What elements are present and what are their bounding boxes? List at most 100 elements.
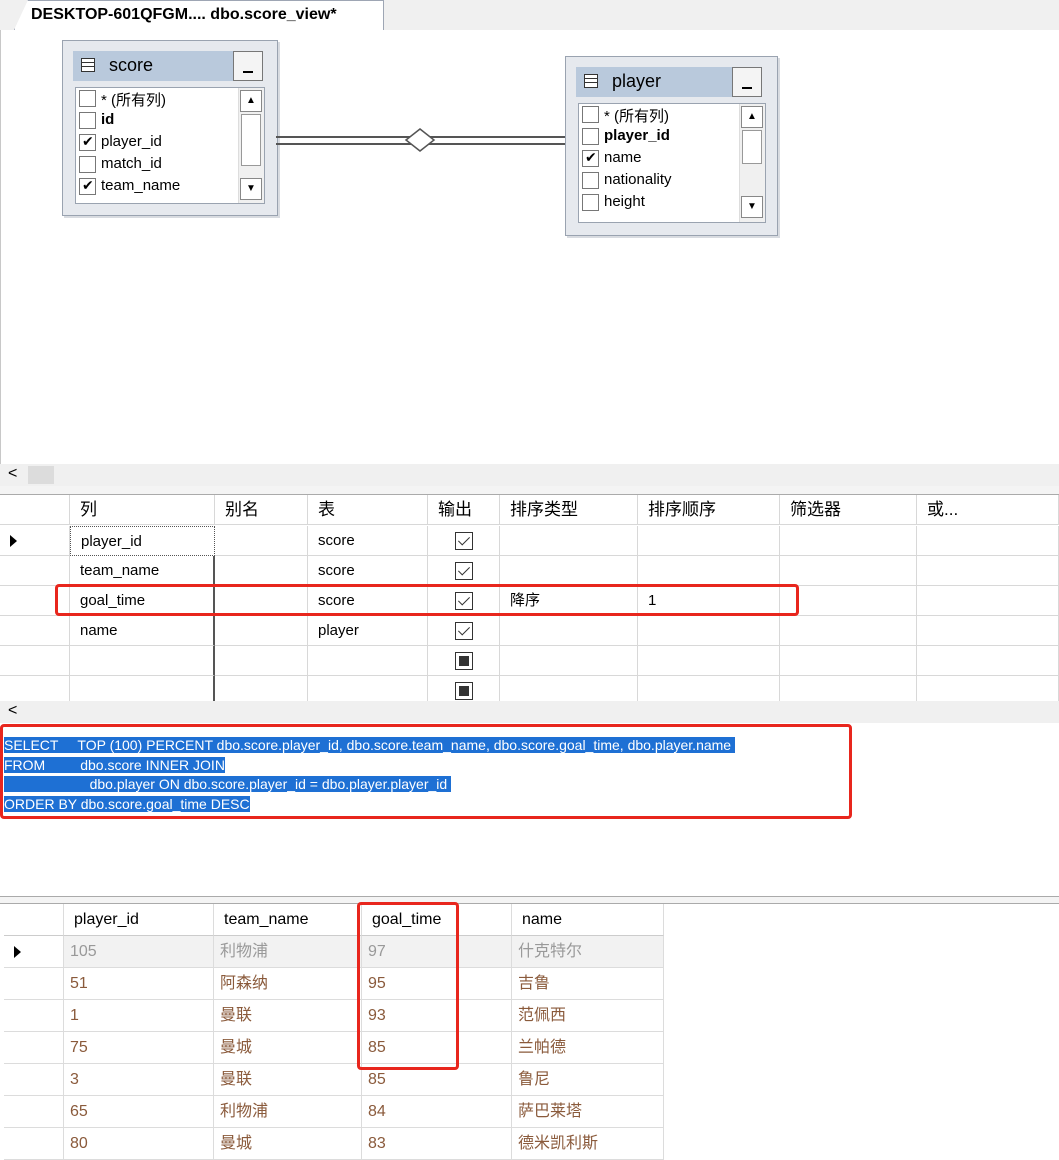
- results-cell[interactable]: 51: [64, 968, 214, 1000]
- scroll-up-button[interactable]: ▲: [741, 106, 763, 128]
- scroll-left-icon[interactable]: <: [8, 702, 17, 720]
- criteria-cell-sort-type[interactable]: [500, 556, 638, 586]
- criteria-cell-table[interactable]: score: [308, 556, 428, 586]
- column-item[interactable]: name: [579, 148, 765, 170]
- criteria-header[interactable]: 列: [70, 495, 215, 525]
- criteria-cell-table[interactable]: player: [308, 616, 428, 646]
- results-row-selector[interactable]: [4, 1032, 64, 1064]
- column-checkbox[interactable]: [582, 172, 599, 189]
- criteria-cell[interactable]: [780, 526, 917, 556]
- criteria-cell-column[interactable]: [70, 646, 215, 676]
- vertical-scrollbar[interactable]: ▲ ▼: [739, 104, 765, 222]
- diagram-horizontal-scrollbar[interactable]: <: [0, 464, 1059, 486]
- column-item[interactable]: player_id: [579, 126, 765, 148]
- column-item[interactable]: * (所有列): [76, 88, 264, 110]
- results-cell[interactable]: 吉鲁: [512, 968, 664, 1000]
- results-cell[interactable]: 80: [64, 1128, 214, 1160]
- results-cell[interactable]: 83: [362, 1128, 512, 1160]
- criteria-cell-alias[interactable]: [215, 646, 308, 676]
- results-header[interactable]: name: [512, 904, 664, 936]
- scroll-down-button[interactable]: ▼: [741, 196, 763, 218]
- row-selector[interactable]: [0, 616, 70, 646]
- results-cell[interactable]: 曼城: [214, 1128, 362, 1160]
- criteria-cell[interactable]: [780, 616, 917, 646]
- vertical-scrollbar[interactable]: ▲ ▼: [238, 88, 264, 203]
- results-cell[interactable]: 84: [362, 1096, 512, 1128]
- scroll-down-button[interactable]: ▼: [240, 178, 262, 200]
- results-row-selector[interactable]: [4, 1128, 64, 1160]
- results-cell[interactable]: 3: [64, 1064, 214, 1096]
- criteria-header[interactable]: 输出: [428, 495, 500, 525]
- score-table-window[interactable]: score * (所有列) id player_id match_id team_nam…: [62, 40, 278, 216]
- results-cell[interactable]: 萨巴莱塔: [512, 1096, 664, 1128]
- criteria-cell-column[interactable]: team_name: [70, 556, 215, 586]
- output-cell[interactable]: [428, 556, 500, 586]
- results-cell[interactable]: 75: [64, 1032, 214, 1064]
- results-cell[interactable]: 105: [64, 936, 214, 968]
- criteria-cell[interactable]: [917, 556, 1059, 586]
- criteria-cell-column[interactable]: player_id: [70, 526, 215, 556]
- results-header[interactable]: player_id: [64, 904, 214, 936]
- minimize-button[interactable]: [732, 67, 762, 97]
- column-item[interactable]: * (所有列): [579, 104, 765, 126]
- criteria-cell-sort-order[interactable]: [638, 526, 780, 556]
- criteria-cell[interactable]: [917, 586, 1059, 616]
- scroll-thumb[interactable]: [742, 130, 762, 164]
- criteria-header[interactable]: 别名: [215, 495, 308, 525]
- criteria-cell-sort-order[interactable]: [638, 616, 780, 646]
- results-header[interactable]: team_name: [214, 904, 362, 936]
- results-row-selector[interactable]: [4, 936, 64, 968]
- results-cell[interactable]: 曼联: [214, 1064, 362, 1096]
- criteria-cell-sort-order[interactable]: [638, 646, 780, 676]
- results-cell[interactable]: 65: [64, 1096, 214, 1128]
- results-cell[interactable]: 鲁尼: [512, 1064, 664, 1096]
- scroll-thumb[interactable]: [241, 114, 261, 166]
- row-selector[interactable]: [0, 556, 70, 586]
- results-row-selector[interactable]: [4, 1096, 64, 1128]
- criteria-cell[interactable]: [780, 556, 917, 586]
- output-checkbox[interactable]: [455, 622, 473, 640]
- results-cell[interactable]: 利物浦: [214, 1096, 362, 1128]
- results-cell[interactable]: 什克特尔: [512, 936, 664, 968]
- scroll-thumb[interactable]: [28, 466, 54, 484]
- results-cell[interactable]: 曼联: [214, 1000, 362, 1032]
- scroll-up-button[interactable]: ▲: [240, 90, 262, 112]
- results-cell[interactable]: 曼城: [214, 1032, 362, 1064]
- player-table-header[interactable]: player: [576, 67, 762, 97]
- criteria-header[interactable]: 排序顺序: [638, 495, 780, 525]
- criteria-cell-sort-type[interactable]: [500, 646, 638, 676]
- criteria-header[interactable]: 或...: [917, 495, 1059, 525]
- column-checkbox[interactable]: [582, 194, 599, 211]
- join-relationship-line[interactable]: [276, 128, 566, 152]
- column-checkbox[interactable]: [79, 156, 96, 173]
- criteria-cell[interactable]: [780, 586, 917, 616]
- output-checkbox[interactable]: [455, 652, 473, 670]
- results-row-selector[interactable]: [4, 1064, 64, 1096]
- output-cell[interactable]: [428, 646, 500, 676]
- output-checkbox[interactable]: [455, 532, 473, 550]
- player-table-window[interactable]: player * (所有列) player_idname nationality he…: [565, 56, 778, 236]
- column-item[interactable]: nationality: [579, 170, 765, 192]
- output-cell[interactable]: [428, 526, 500, 556]
- scroll-left-icon[interactable]: <: [8, 465, 17, 483]
- criteria-cell-alias[interactable]: [215, 556, 308, 586]
- results-cell[interactable]: 兰帕德: [512, 1032, 664, 1064]
- results-cell[interactable]: 范佩西: [512, 1000, 664, 1032]
- criteria-cell-alias[interactable]: [215, 616, 308, 646]
- results-cell[interactable]: 1: [64, 1000, 214, 1032]
- results-cell[interactable]: 利物浦: [214, 936, 362, 968]
- output-checkbox[interactable]: [455, 562, 473, 580]
- results-row-selector[interactable]: [4, 968, 64, 1000]
- column-item[interactable]: height: [579, 192, 765, 214]
- column-checkbox[interactable]: [79, 133, 96, 151]
- output-cell[interactable]: [428, 616, 500, 646]
- criteria-cell-column[interactable]: name: [70, 616, 215, 646]
- column-item[interactable]: match_id: [76, 154, 264, 176]
- criteria-cell[interactable]: [917, 646, 1059, 676]
- criteria-header[interactable]: 表: [308, 495, 428, 525]
- column-checkbox[interactable]: [582, 128, 599, 145]
- results-row-selector[interactable]: [4, 1000, 64, 1032]
- column-item[interactable]: player_id: [76, 132, 264, 154]
- column-checkbox[interactable]: [79, 177, 96, 195]
- column-checkbox[interactable]: [79, 112, 96, 129]
